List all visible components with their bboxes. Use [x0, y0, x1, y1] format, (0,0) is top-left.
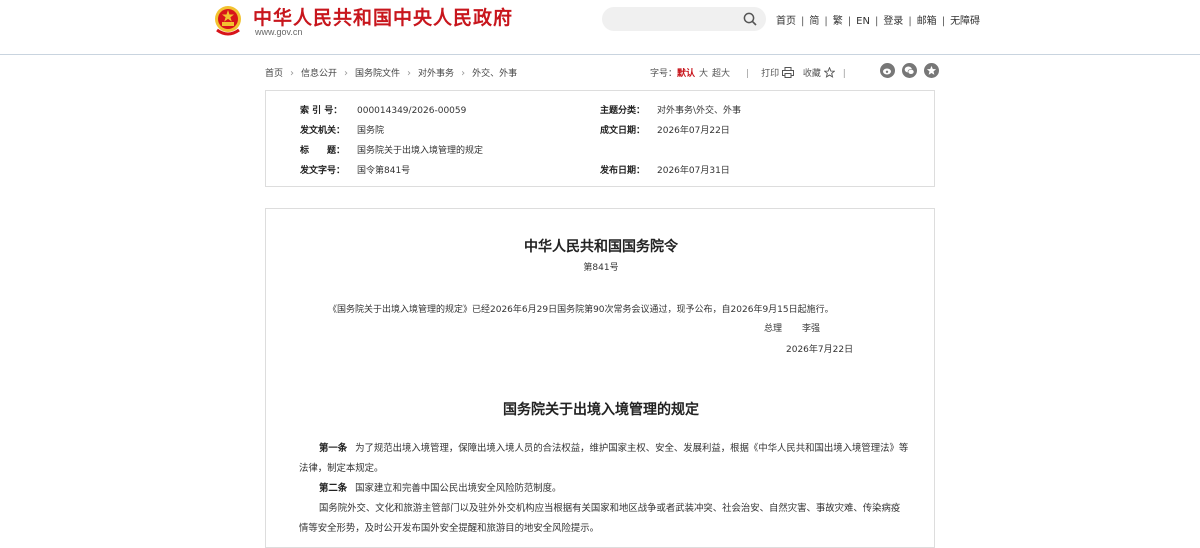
search-icon[interactable]	[743, 12, 757, 26]
top-nav-links: 首页 | 简 | 繁 | EN | 登录 | 邮箱 | 无障碍	[776, 16, 981, 27]
meta-topic: 主题分类： 对外事务\外交、外事	[600, 103, 741, 116]
article-2-text: 国家建立和完善中国公民出境安全风险防范制度。	[355, 483, 562, 494]
site-title[interactable]: 中华人民共和国中央人民政府	[253, 3, 513, 30]
meta-created-label: 成文日期：	[600, 126, 646, 136]
meta-issuer-label: 发文机关：	[300, 126, 346, 136]
decree-number: 第841号	[583, 263, 619, 273]
meta-index-value: 000014349/2026-00059	[357, 106, 467, 116]
national-emblem-icon[interactable]	[213, 4, 243, 38]
link-accessibility[interactable]: 无障碍	[950, 16, 980, 27]
font-size-default[interactable]: 默认	[677, 69, 695, 79]
link-simplified[interactable]: 简	[809, 16, 819, 27]
share-icons	[873, 63, 939, 81]
breadcrumb-row: 首页 › 信息公开 › 国务院文件 › 对外事务 › 外交、外事 字号：默认大超大 | 打印 收藏 …	[265, 63, 939, 80]
breadcrumb-foreign-affairs[interactable]: 对外事务	[418, 69, 454, 79]
star-icon	[823, 67, 835, 78]
article-2: 第二条 国家建立和完善中国公民出境安全风险防范制度。	[299, 479, 909, 499]
font-size-large[interactable]: 大	[699, 69, 708, 79]
link-mail[interactable]: 邮箱	[917, 16, 937, 27]
meta-title-label: 标 题：	[300, 146, 346, 156]
font-size-xlarge[interactable]: 超大	[712, 69, 730, 79]
article-2-label: 第二条	[319, 483, 348, 494]
signer: 总理 李强	[764, 321, 820, 334]
meta-title-value: 国务院关于出境入境管理的规定	[357, 146, 484, 156]
meta-published: 发布日期： 2026年07月31日	[600, 163, 730, 176]
article-2-paragraph-2: 国务院外交、文化和旅游主管部门以及驻外外交机构应当根据有关国家和地区战争或者武装…	[299, 503, 901, 534]
search-input[interactable]	[612, 10, 736, 30]
meta-published-value: 2026年07月31日	[657, 166, 730, 176]
breadcrumb: 首页 › 信息公开 › 国务院文件 › 对外事务 › 外交、外事	[265, 68, 518, 79]
meta-docno-label: 发文字号：	[300, 166, 346, 176]
page-tools: 字号：默认大超大 | 打印 收藏 |	[650, 67, 846, 79]
meta-created-value: 2026年07月22日	[657, 126, 730, 136]
document-meta-table: 索 引 号： 000014349/2026-00059 主题分类： 对外事务\外交、…	[265, 90, 935, 187]
link-traditional[interactable]: 繁	[833, 16, 843, 27]
print-label: 打印	[761, 69, 780, 79]
link-home[interactable]: 首页	[776, 16, 796, 27]
favorite-button[interactable]: 收藏	[802, 67, 835, 79]
article-1-text: 为了规范出境入境管理，保障出境入境人员的合法权益，维护国家主权、安全、发展利益，…	[299, 443, 909, 474]
breadcrumb-home[interactable]: 首页	[265, 69, 283, 79]
meta-topic-label: 主题分类：	[600, 106, 646, 116]
breadcrumb-diplomacy[interactable]: 外交、外事	[472, 69, 517, 79]
breadcrumb-state-council-docs[interactable]: 国务院文件	[355, 69, 400, 79]
favorite-label: 收藏	[802, 69, 821, 79]
meta-index: 索 引 号： 000014349/2026-00059	[300, 103, 466, 116]
wechat-icon[interactable]	[902, 63, 917, 78]
search-box	[602, 7, 766, 31]
decree-title: 中华人民共和国国务院令	[524, 239, 678, 255]
site-url[interactable]: www.gov.cn	[255, 27, 302, 37]
signer-name: 李强	[802, 324, 821, 334]
meta-title: 标 题： 国务院关于出境入境管理的规定	[300, 143, 483, 156]
decree-text: 《国务院关于出境入境管理的规定》已经2026年6月29日国务院第90次常务会议通…	[328, 305, 834, 315]
document-body: 中华人民共和国国务院令 第841号 《国务院关于出境入境管理的规定》已经2026…	[265, 208, 935, 548]
meta-index-label: 索 引 号：	[300, 106, 343, 116]
site-header: 中华人民共和国中央人民政府 www.gov.cn 首页 | 简 | 繁 | EN | 登录 | 邮箱…	[0, 0, 1200, 55]
breadcrumb-info-disclosure[interactable]: 信息公开	[301, 69, 337, 79]
meta-issuer: 发文机关： 国务院	[300, 123, 384, 136]
meta-topic-value: 对外事务\外交、外事	[657, 106, 742, 116]
meta-docno-value: 国令第841号	[357, 166, 411, 176]
meta-published-label: 发布日期：	[600, 166, 646, 176]
printer-icon	[782, 67, 794, 78]
font-size-label: 字号：	[650, 69, 678, 79]
favorites-share-icon[interactable]	[924, 63, 939, 78]
sign-date: 2026年7月22日	[786, 345, 854, 355]
print-button[interactable]: 打印	[761, 67, 794, 79]
link-english[interactable]: EN	[856, 16, 870, 27]
weibo-icon[interactable]	[880, 63, 895, 78]
meta-docno: 发文字号： 国令第841号	[300, 163, 410, 176]
signer-title: 总理	[764, 324, 783, 334]
article-1-label: 第一条	[319, 443, 348, 454]
article-1: 第一条 为了规范出境入境管理，保障出境入境人员的合法权益，维护国家主权、安全、发展…	[299, 439, 909, 479]
meta-created: 成文日期： 2026年07月22日	[600, 123, 730, 136]
regulation-title: 国务院关于出境入境管理的规定	[503, 402, 699, 418]
link-login[interactable]: 登录	[883, 16, 903, 27]
meta-issuer-value: 国务院	[357, 126, 385, 136]
